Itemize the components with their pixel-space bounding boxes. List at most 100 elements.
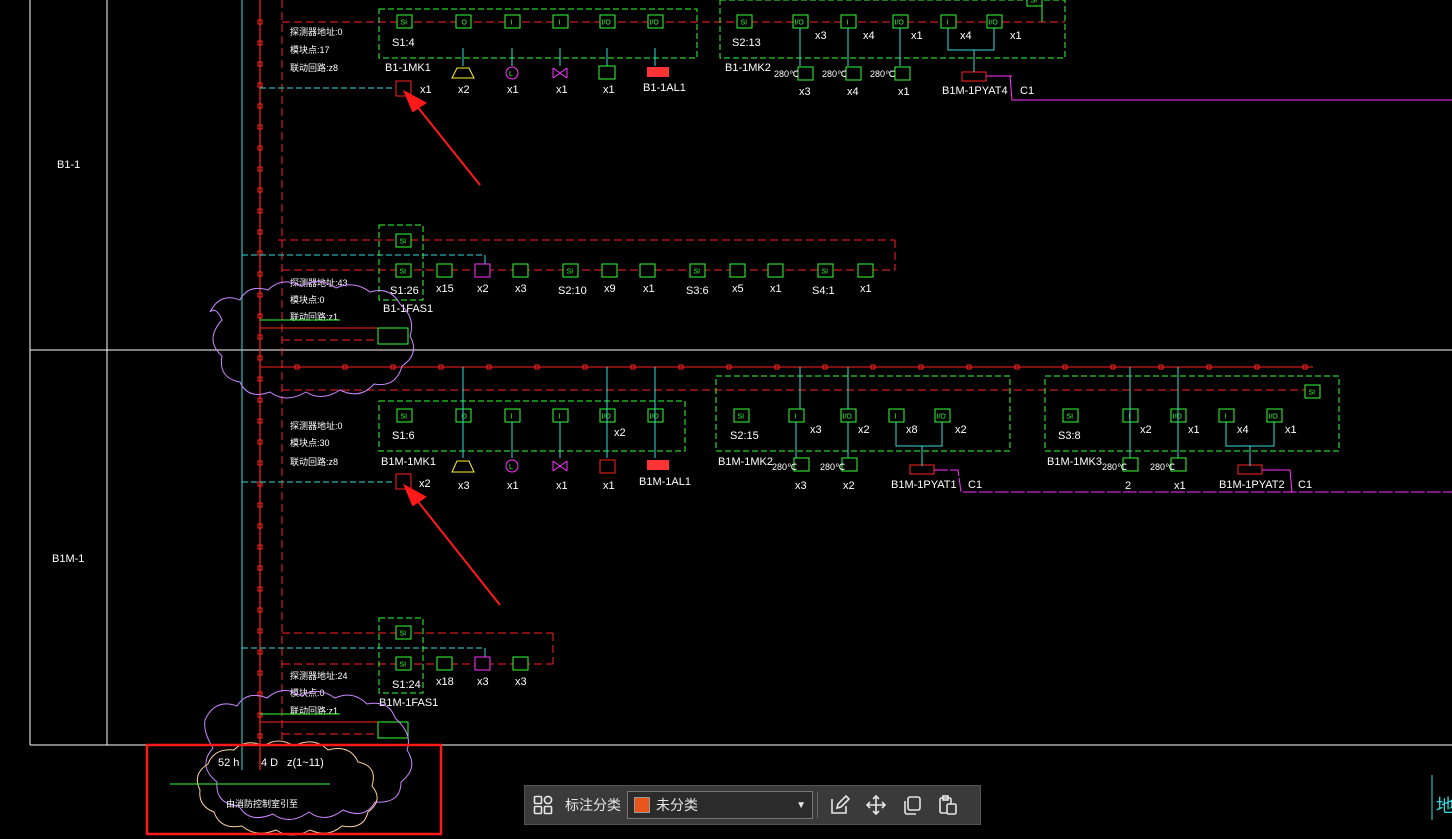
device-count: x3 [458,480,470,492]
source-note: 由消防控制室引至 [226,798,298,809]
module-box-label: SI [1031,0,1038,5]
module-box-label: I/O [795,20,805,27]
valve-icon [552,460,568,472]
device-count: x4 [847,86,859,98]
category-grid-icon[interactable] [528,790,558,820]
device-count: S4:1 [812,285,835,297]
module-box-label: SI [822,269,829,276]
device-count: x1 [556,480,568,492]
module-box [552,408,569,423]
device-count: x2 [458,84,470,96]
device-count: x8 [906,424,918,436]
module-box [436,656,453,671]
b1-mk2-name: B1-1MK2 [725,62,771,74]
module-box-label: SI [401,20,408,27]
valve-icon [552,67,568,79]
cable-label-2: 4 D [261,757,278,769]
device-count: x3 [795,480,807,492]
category-dropdown[interactable]: 未分类 ▼ [627,791,813,819]
module-box [512,656,529,671]
device-count: x3 [515,676,527,688]
device-count: x3 [799,86,811,98]
module-box-label: I [847,20,849,27]
cable-label-3: z(1~11) [287,757,324,769]
b1m-fas-s: S1:24 [392,679,421,691]
device-count: x1 [1285,424,1297,436]
device-count: x1 [898,86,910,98]
b1m-mk2-name: B1M-1MK2 [718,456,773,468]
floor-label-b1m: B1M-1 [52,553,84,565]
drawing-frame [29,0,1452,746]
bottom-cloud [196,740,378,836]
category-label: 标注分类 [565,797,621,813]
toolbar-divider [817,792,818,818]
module-box-label: I [559,414,561,421]
temp-rating: 280℃ [774,69,799,79]
edit-icon[interactable] [825,790,855,820]
drop-line [922,422,943,447]
module-box-label: I [947,20,949,27]
module-box [639,263,656,278]
module-box [940,14,957,29]
drop-line [1250,422,1275,447]
module-box-label: I/O [602,414,612,421]
b1m-info-line3: 联动回路:z8 [290,456,338,467]
module-box-label: SI [694,269,701,276]
cad-drawing-canvas[interactable]: B1-1 B1M-1 探测器地址:0 模块点:17 联动回路:z8 S1:4 B… [0,0,1452,839]
temp-rating: 280℃ [1102,462,1127,472]
module-box-label: I/O [650,20,660,27]
module-box [504,14,521,29]
b1-info-line3: 联动回路:z8 [290,62,338,73]
device-count: x4 [960,30,972,42]
b1-al1: B1-1AL1 [643,82,686,94]
copy-icon[interactable] [897,790,927,820]
b1m-pyat2: B1M-1PYAT2 [1219,479,1285,491]
module-box [512,263,529,278]
temp-rating: 280℃ [1150,462,1175,472]
chevron-down-icon: ▼ [796,799,806,811]
device-count: x3 [477,676,489,688]
module-box-label: I/O [1173,414,1183,421]
b1-mk1-name: B1-1MK1 [385,62,431,74]
b1m-mk3-s: S3:8 [1058,430,1081,442]
move-icon[interactable] [861,790,891,820]
b1-fas-s: S1:26 [390,285,419,297]
module-box [601,263,618,278]
module-box-label: SI [401,414,408,421]
device-count: x1 [556,84,568,96]
b1-pyat-c: C1 [1020,85,1034,97]
device-count: x18 [436,676,454,688]
module-box-label: I [511,20,513,27]
revision-clouds [204,281,415,820]
right-edge-char: 地 [1436,796,1452,816]
module-box-label: SI [400,631,407,638]
module-box-label: SI [400,662,407,669]
module-box-label: I/O [1269,414,1279,421]
b1-mk1-s: S1:4 [392,37,415,49]
device-count: x1 [643,283,655,295]
b1m-floor-section: 探测器地址:0 模块点:30 联动回路:z8 S1:6 B1M-1MK1 S2:… [242,366,1452,739]
device-count: x2 [1140,424,1152,436]
device-count: x5 [732,283,744,295]
device-count: x2 [843,480,855,492]
device-count: x2 [419,478,431,490]
module-box-label: I/O [843,414,853,421]
b1m-info-line2: 模块点:30 [290,437,330,448]
b1m-pyat1: B1M-1PYAT1 [891,479,957,491]
device-count: x4 [863,30,875,42]
floor-label-b1: B1-1 [57,159,80,171]
module-box [857,263,874,278]
b1-fas-info2: 模块点:0 [290,294,325,305]
module-box-label: I/O [937,414,947,421]
device-count: x3 [815,30,827,42]
module-box [729,263,746,278]
module-box-label: SI [741,20,748,27]
temp-rating: 280℃ [822,69,847,79]
alarm-panel-icon [647,460,669,470]
device-count: S2:10 [558,285,587,297]
module-box-label: I [795,414,797,421]
device-count: x1 [911,30,923,42]
pump-icon [599,459,616,474]
paste-icon[interactable] [933,790,963,820]
temp-rating: 280℃ [772,462,797,472]
